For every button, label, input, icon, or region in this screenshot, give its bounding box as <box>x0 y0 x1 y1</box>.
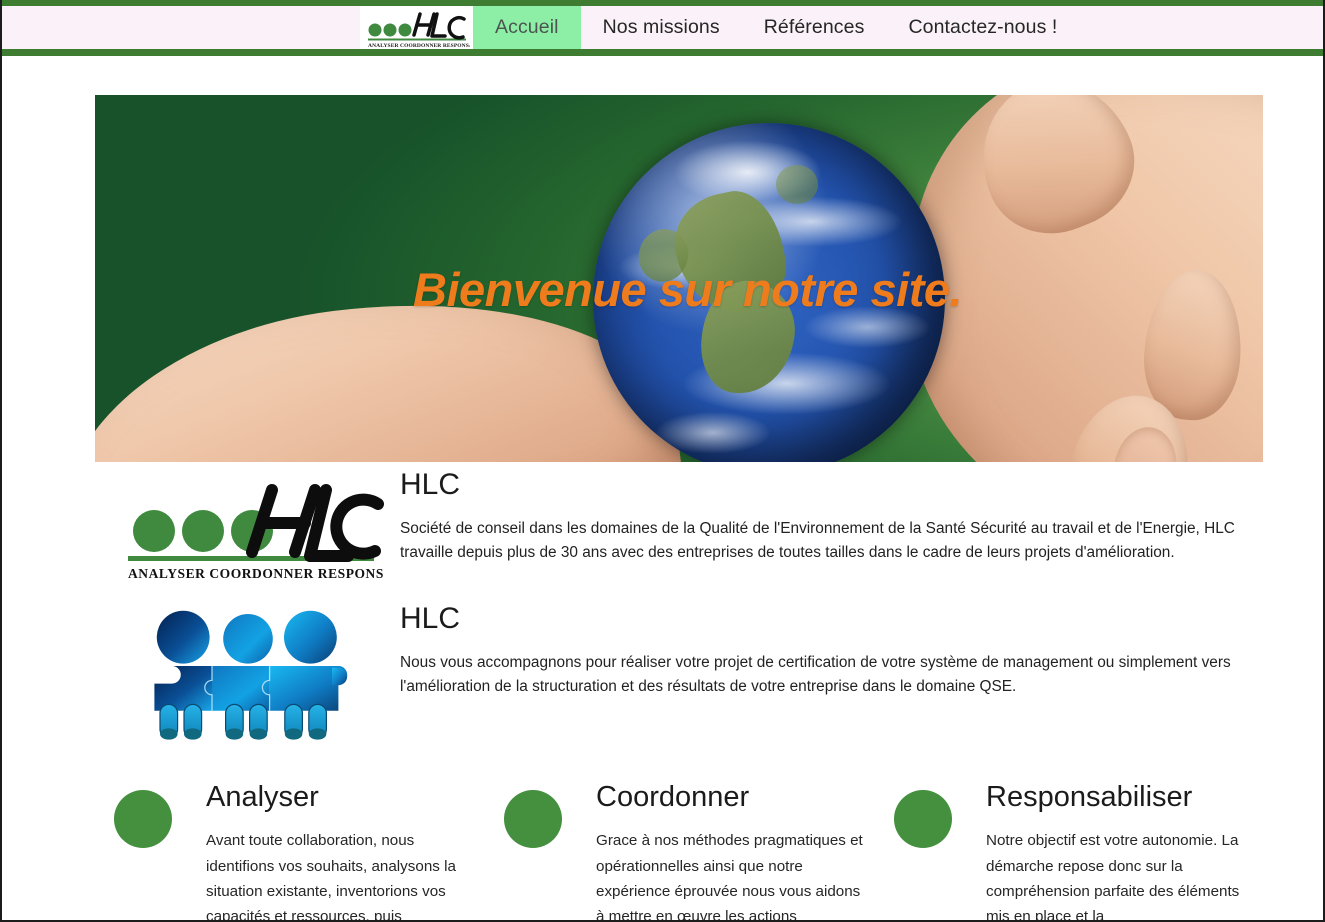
intro-text-block: HLC Nous vous accompagnons pour réaliser… <box>400 602 1323 700</box>
svg-text:ANALYSER COORDONNER RESPONSABI: ANALYSER COORDONNER RESPONSABILISER <box>368 43 470 49</box>
landmass-shape <box>776 165 819 204</box>
pillar-text: Responsabiliser Notre objectif est votre… <box>952 781 1284 922</box>
puzzle-people-icon <box>153 610 347 740</box>
hero-section: Bienvenue sur notre site. <box>2 56 1323 462</box>
main-menu: Accueil Nos missions Références Contacte… <box>473 6 1079 49</box>
intro-heading: HLC <box>400 468 461 501</box>
header-logo[interactable]: ANALYSER COORDONNER RESPONSABILISER <box>360 6 473 49</box>
intro-heading: HLC <box>400 602 461 635</box>
three-pillars-section: Analyser Avant toute collaboration, nous… <box>2 754 1323 922</box>
pillar-paragraph: Avant toute collaboration, nous identifi… <box>206 832 456 922</box>
intro-logo-media: ANALYSER COORDONNER RESPONSABILISER <box>95 468 400 584</box>
intro-text-block: HLC Société de conseil dans les domaines… <box>400 468 1323 566</box>
intro-paragraph: Nous vous accompagnons pour réaliser vot… <box>400 653 1231 696</box>
intro-block-hlc-accompagnement: HLC Nous vous accompagnons pour réaliser… <box>2 602 1323 754</box>
puzzle-person <box>211 614 273 740</box>
pillar-bullet-icon <box>504 790 562 848</box>
pillar-paragraph: Notre objectif est votre autonomie. La d… <box>986 832 1240 922</box>
intro-people-media <box>95 602 400 754</box>
pillar-coordonner: Coordonner Grace à nos méthodes pragmati… <box>504 781 894 922</box>
pillar-analyser: Analyser Avant toute collaboration, nous… <box>114 781 504 922</box>
hlc-logo-icon: ANALYSER COORDONNER RESPONSABILISER <box>367 11 470 49</box>
pillar-bullet-icon <box>894 790 952 848</box>
intro-block-hlc-presentation: ANALYSER COORDONNER RESPONSABILISER HLC … <box>2 468 1323 584</box>
hero-banner: Bienvenue sur notre site. <box>95 95 1263 462</box>
site-navbar: ANALYSER COORDONNER RESPONSABILISER Accu… <box>2 0 1323 56</box>
pillar-responsabiliser: Responsabiliser Notre objectif est votre… <box>894 781 1284 922</box>
puzzle-person <box>153 610 212 740</box>
pillar-heading: Responsabiliser <box>986 781 1193 813</box>
intro-paragraph: Société de conseil dans les domaines de … <box>400 519 1235 562</box>
hero-headline: Bienvenue sur notre site. <box>413 263 963 316</box>
pillar-bullet-icon <box>114 790 172 848</box>
nav-item-references[interactable]: Références <box>742 6 887 49</box>
pillar-text: Coordonner Grace à nos méthodes pragmati… <box>562 781 894 922</box>
logo-tagline: ANALYSER COORDONNER RESPONSABILISER <box>128 566 384 581</box>
pillar-paragraph: Grace à nos méthodes pragmatiques et opé… <box>596 832 863 922</box>
hlc-logo-large-icon: ANALYSER COORDONNER RESPONSABILISER <box>127 484 384 581</box>
puzzle-person <box>269 610 347 740</box>
nav-item-contactez-nous[interactable]: Contactez-nous ! <box>886 6 1079 49</box>
nav-item-accueil[interactable]: Accueil <box>473 6 581 49</box>
pillar-heading: Coordonner <box>596 781 750 813</box>
nav-item-nos-missions[interactable]: Nos missions <box>581 6 742 49</box>
pillar-heading: Analyser <box>206 781 319 813</box>
pillar-text: Analyser Avant toute collaboration, nous… <box>172 781 504 922</box>
browser-page: ANALYSER COORDONNER RESPONSABILISER Accu… <box>0 0 1325 922</box>
